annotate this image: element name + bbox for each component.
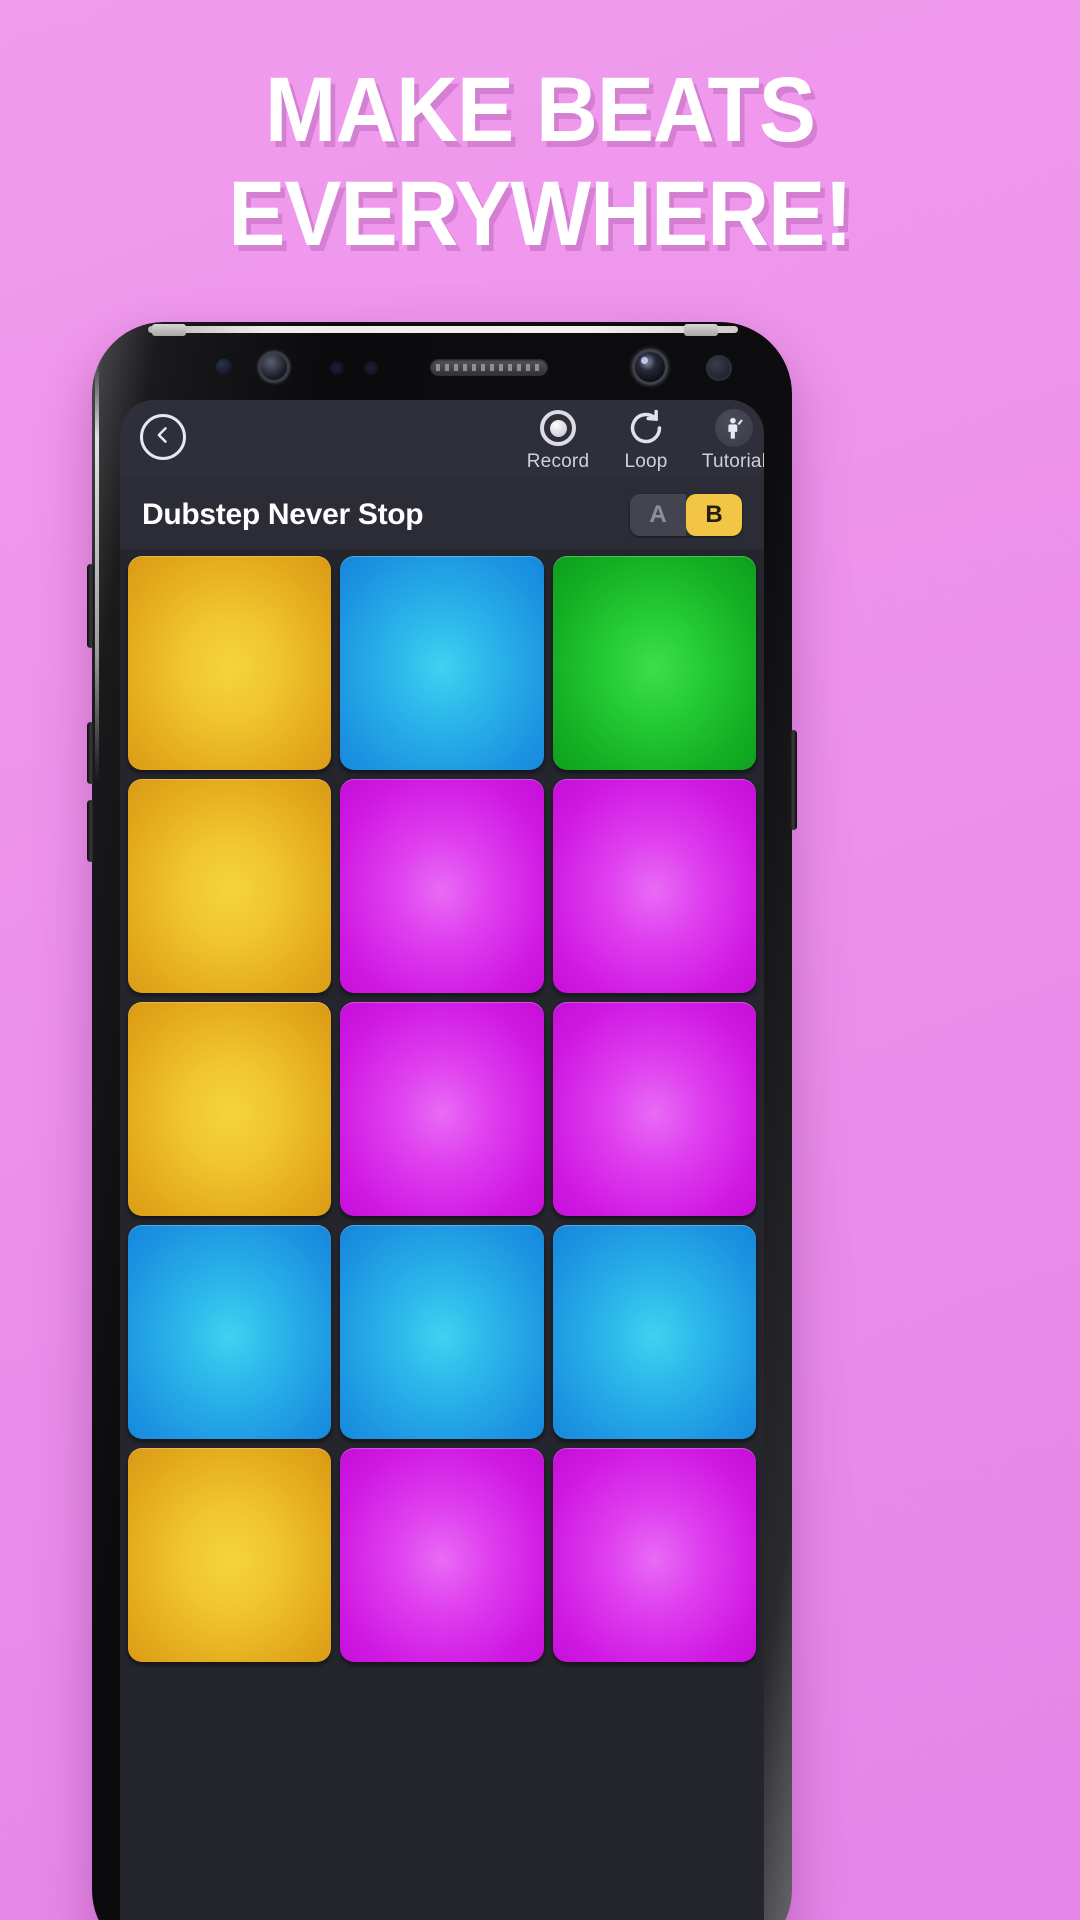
tutorial-button-label: Tutorial [701,451,764,472]
volume-down-button[interactable] [87,722,94,784]
loop-refresh-icon [598,408,694,448]
loop-button-label: Loop [624,451,668,472]
drum-pad[interactable] [340,1448,544,1662]
drum-pad[interactable] [128,1225,332,1439]
drum-pad[interactable] [128,556,332,770]
front-camera-icon [632,349,668,385]
tutorial-person-icon [715,409,753,447]
drum-pad[interactable] [552,556,756,770]
song-title: Dubstep Never Stop [142,498,424,531]
phone-edge-highlight [95,362,99,782]
ab-toggle-option-b[interactable]: B [686,494,742,536]
phone-screen: Record Loop Tutorial Dubstep Never Stop … [120,400,764,1920]
drum-pad[interactable] [128,1002,332,1216]
headline-line-2: EVERYWHERE! [228,163,853,265]
drum-pad[interactable] [340,779,544,993]
drum-pad[interactable] [340,556,544,770]
iris-scanner-icon [258,351,290,383]
drum-pad[interactable] [340,1002,544,1216]
proximity-sensor-icon [216,359,232,375]
drum-pad-grid [120,550,764,1920]
loop-button[interactable]: Loop [598,408,694,473]
drum-pad[interactable] [552,1448,756,1662]
record-button[interactable]: Record [510,408,606,473]
record-dot-icon [510,408,606,448]
led-sensor-icon [330,361,344,375]
app-toolbar: Record Loop Tutorial [120,400,764,478]
drum-pad[interactable] [128,1448,332,1662]
record-button-label: Record [526,451,590,472]
speaker-grille [436,364,542,371]
headline-line-1: MAKE BEATS [264,59,816,161]
device-sensor-bar [92,333,792,395]
phone-top-strip [148,326,738,333]
power-button[interactable] [790,730,797,830]
chevron-left-icon [153,425,173,450]
back-button[interactable] [140,414,186,460]
drum-pad[interactable] [340,1225,544,1439]
phone-mockup: Record Loop Tutorial Dubstep Never Stop … [87,322,797,1920]
bixby-button[interactable] [87,564,94,648]
ab-toggle-option-a[interactable]: A [630,494,686,536]
drum-pad[interactable] [552,779,756,993]
led-sensor-icon [364,361,378,375]
tutorial-button[interactable]: Tutorial [686,408,764,473]
earpiece-speaker-icon [430,359,548,376]
light-sensor-icon [706,355,732,381]
drum-pad[interactable] [552,1002,756,1216]
song-title-row: Dubstep Never Stop A B [120,478,764,550]
ab-toggle[interactable]: A B [630,494,742,536]
volume-up-button[interactable] [87,800,94,862]
drum-pad[interactable] [128,779,332,993]
drum-pad[interactable] [552,1225,756,1439]
headline-block: MAKE BEATS EVERYWHERE! [0,58,1080,266]
